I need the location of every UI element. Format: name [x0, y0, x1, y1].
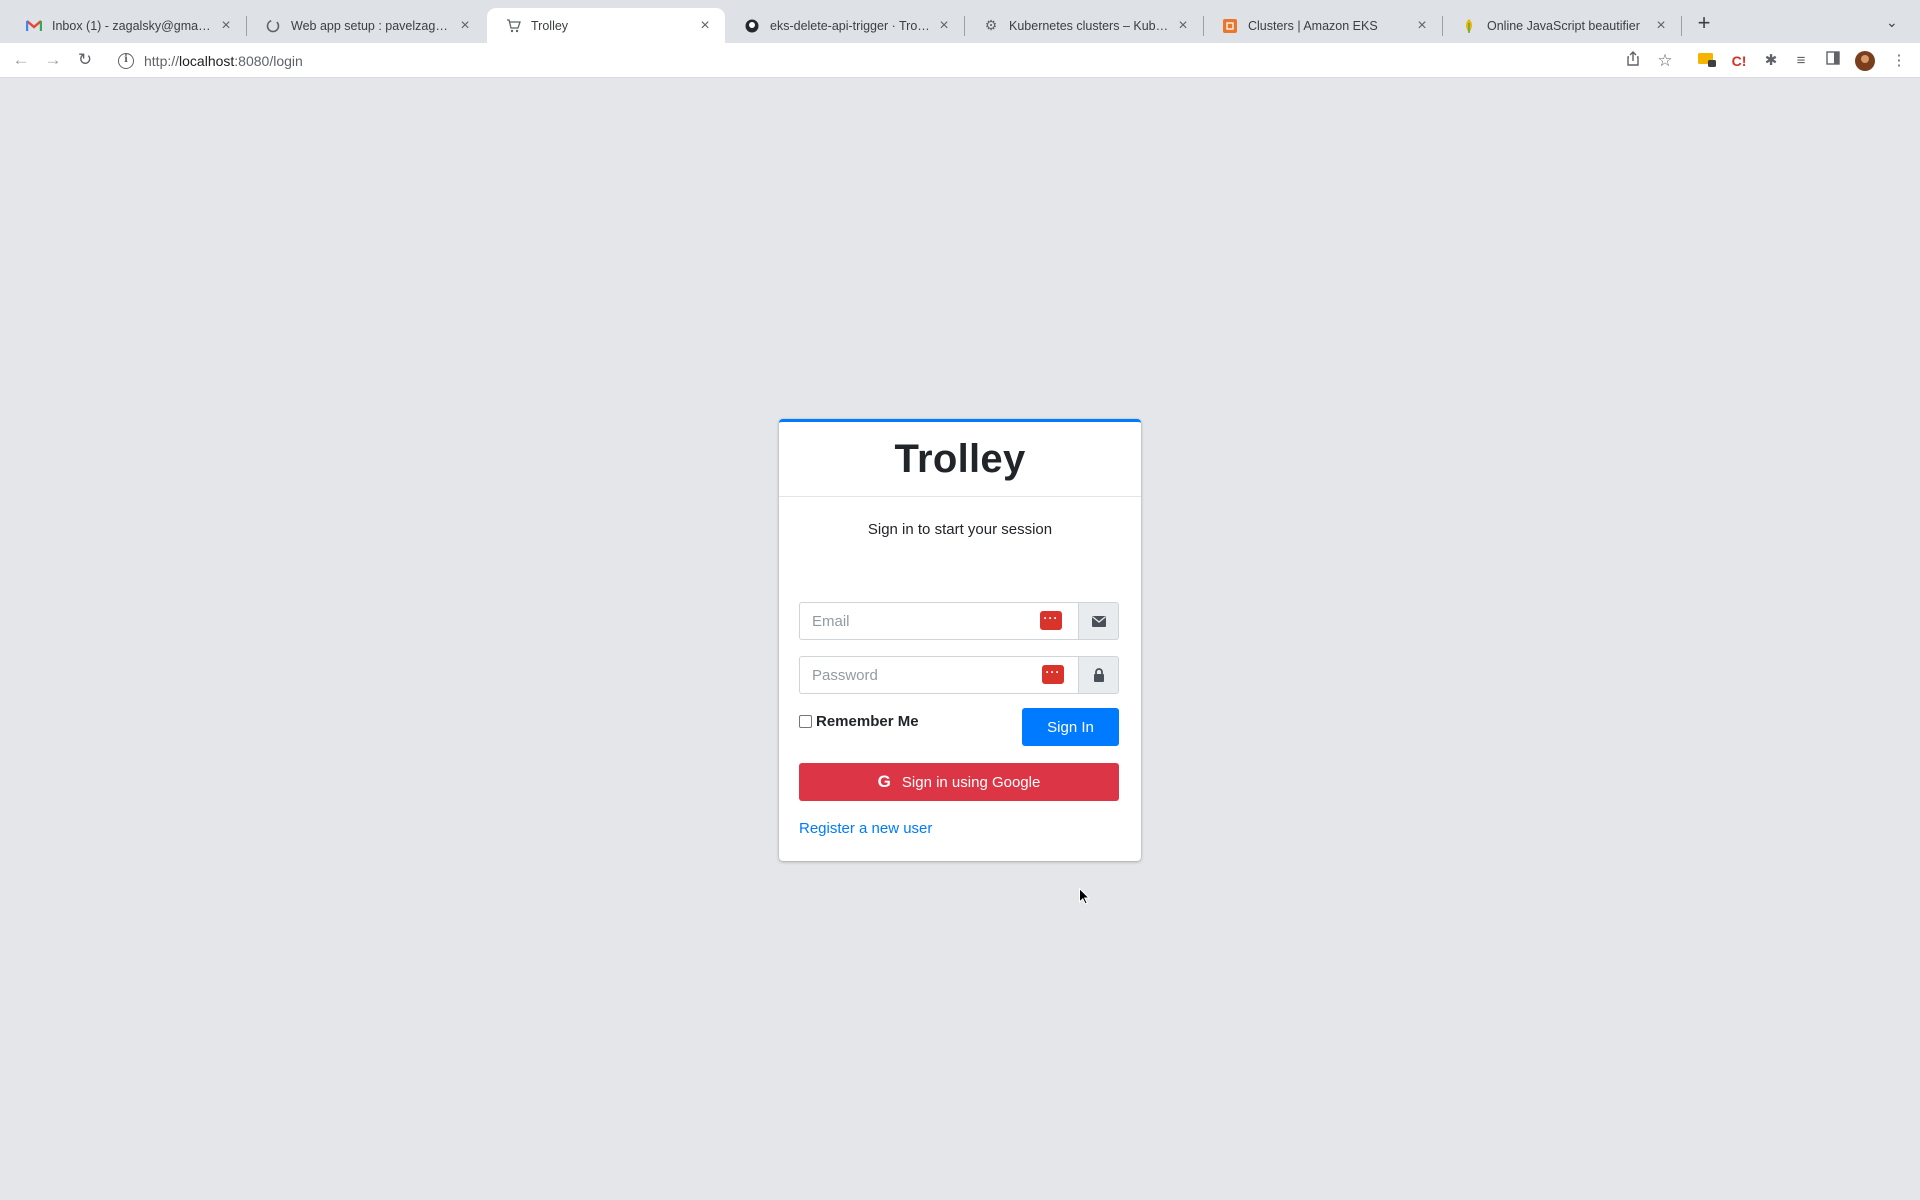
tab-title: Clusters | Amazon EKS — [1248, 18, 1378, 33]
sign-in-button[interactable]: Sign In — [1022, 708, 1119, 746]
google-sign-in-button[interactable]: G Sign in using Google — [799, 763, 1119, 801]
browser-toolbar: ← → ↻ i http://localhost:8080/login ☆ C!… — [0, 43, 1920, 78]
close-icon[interactable]: × — [697, 17, 713, 34]
register-link[interactable]: Register a new user — [799, 820, 932, 837]
loop-icon — [265, 18, 281, 34]
tab-gmail[interactable]: Inbox (1) - zagalsky@gmail.com × — [8, 8, 246, 43]
url-scheme: http:// — [144, 52, 180, 69]
tab-js-beautifier[interactable]: Online JavaScript beautifier × — [1443, 8, 1681, 43]
close-icon[interactable]: × — [1414, 17, 1430, 34]
login-message: Sign in to start your session — [867, 521, 1053, 538]
password-manager-icon[interactable]: ··· — [1042, 665, 1064, 684]
tab-strip: Inbox (1) - zagalsky@gmail.com × Web app… — [0, 0, 1920, 43]
tab-github[interactable]: eks-delete-api-trigger · Trolley × — [726, 8, 964, 43]
avatar[interactable] — [1855, 51, 1875, 71]
tab-web-app-setup[interactable]: Web app setup : pavelzagalsky × — [247, 8, 485, 43]
brand-title[interactable]: Trolley — [894, 437, 1025, 482]
reading-list-icon[interactable]: ≡ — [1791, 51, 1811, 71]
lock-icon — [1078, 656, 1119, 694]
gear-icon: ⚙ — [984, 17, 998, 33]
close-icon[interactable]: × — [936, 17, 952, 34]
side-panel-icon[interactable] — [1823, 51, 1843, 71]
envelope-icon — [1078, 602, 1119, 640]
email-input[interactable] — [799, 602, 1078, 640]
close-icon[interactable]: × — [1175, 17, 1191, 34]
github-icon — [744, 18, 760, 34]
forward-arrow-icon[interactable]: → — [42, 49, 64, 71]
extension-ci-icon[interactable]: C! — [1729, 51, 1749, 71]
remember-me[interactable]: Remember Me — [799, 713, 919, 730]
card-header: Trolley — [779, 422, 1141, 497]
tab-title: Web app setup : pavelzagalsky — [291, 18, 451, 33]
tab-search-chevron-icon[interactable]: ⌄ — [1886, 14, 1898, 31]
url-path: :8080/login — [234, 52, 303, 69]
tab-separator — [1681, 16, 1682, 36]
cart-icon — [505, 18, 521, 34]
address-bar[interactable]: i http://localhost:8080/login — [110, 47, 1620, 74]
password-input-group: ··· — [799, 656, 1119, 694]
remember-me-label: Remember Me — [816, 713, 919, 730]
close-icon[interactable]: × — [1653, 17, 1669, 34]
share-icon[interactable] — [1623, 51, 1643, 71]
aws-icon — [1222, 18, 1238, 34]
tab-amazon-eks[interactable]: Clusters | Amazon EKS × — [1204, 8, 1442, 43]
remember-me-checkbox[interactable] — [799, 715, 812, 728]
email-input-group: ··· — [799, 602, 1119, 640]
tab-title: Trolley — [531, 18, 569, 33]
tab-title: Kubernetes clusters – Kubernetes — [1009, 18, 1169, 33]
menu-dots-icon[interactable]: ⋮ — [1889, 51, 1909, 71]
close-icon[interactable]: × — [218, 17, 234, 34]
puzzle-extension-icon[interactable]: ✱ — [1761, 51, 1781, 71]
new-tab-button[interactable]: + — [1692, 12, 1716, 36]
mouse-cursor-icon — [1079, 887, 1091, 910]
beautifier-icon — [1461, 18, 1477, 34]
tab-trolley[interactable]: Trolley × — [487, 8, 725, 43]
url-host: localhost — [179, 52, 235, 69]
tab-title: eks-delete-api-trigger · Trolley — [770, 18, 930, 33]
google-icon: G — [877, 772, 891, 791]
login-card: Trolley Sign in to start your session ··… — [779, 419, 1141, 861]
reload-icon[interactable]: ↻ — [74, 49, 96, 71]
bookmark-star-icon[interactable]: ☆ — [1655, 51, 1675, 71]
tab-title: Online JavaScript beautifier — [1487, 18, 1640, 33]
url-text[interactable]: http://localhost:8080/login — [144, 53, 303, 69]
password-manager-icon[interactable]: ··· — [1040, 611, 1062, 630]
extension-folder-icon[interactable] — [1697, 51, 1717, 71]
google-sign-in-label: Sign in using Google — [901, 773, 1041, 791]
tab-kubernetes[interactable]: ⚙ Kubernetes clusters – Kubernetes × — [965, 8, 1203, 43]
password-input[interactable] — [799, 656, 1078, 694]
back-arrow-icon[interactable]: ← — [10, 49, 32, 71]
tab-title: Inbox (1) - zagalsky@gmail.com — [52, 18, 212, 33]
gmail-icon — [26, 18, 42, 34]
close-icon[interactable]: × — [457, 17, 473, 34]
site-info-icon[interactable]: i — [118, 52, 134, 69]
